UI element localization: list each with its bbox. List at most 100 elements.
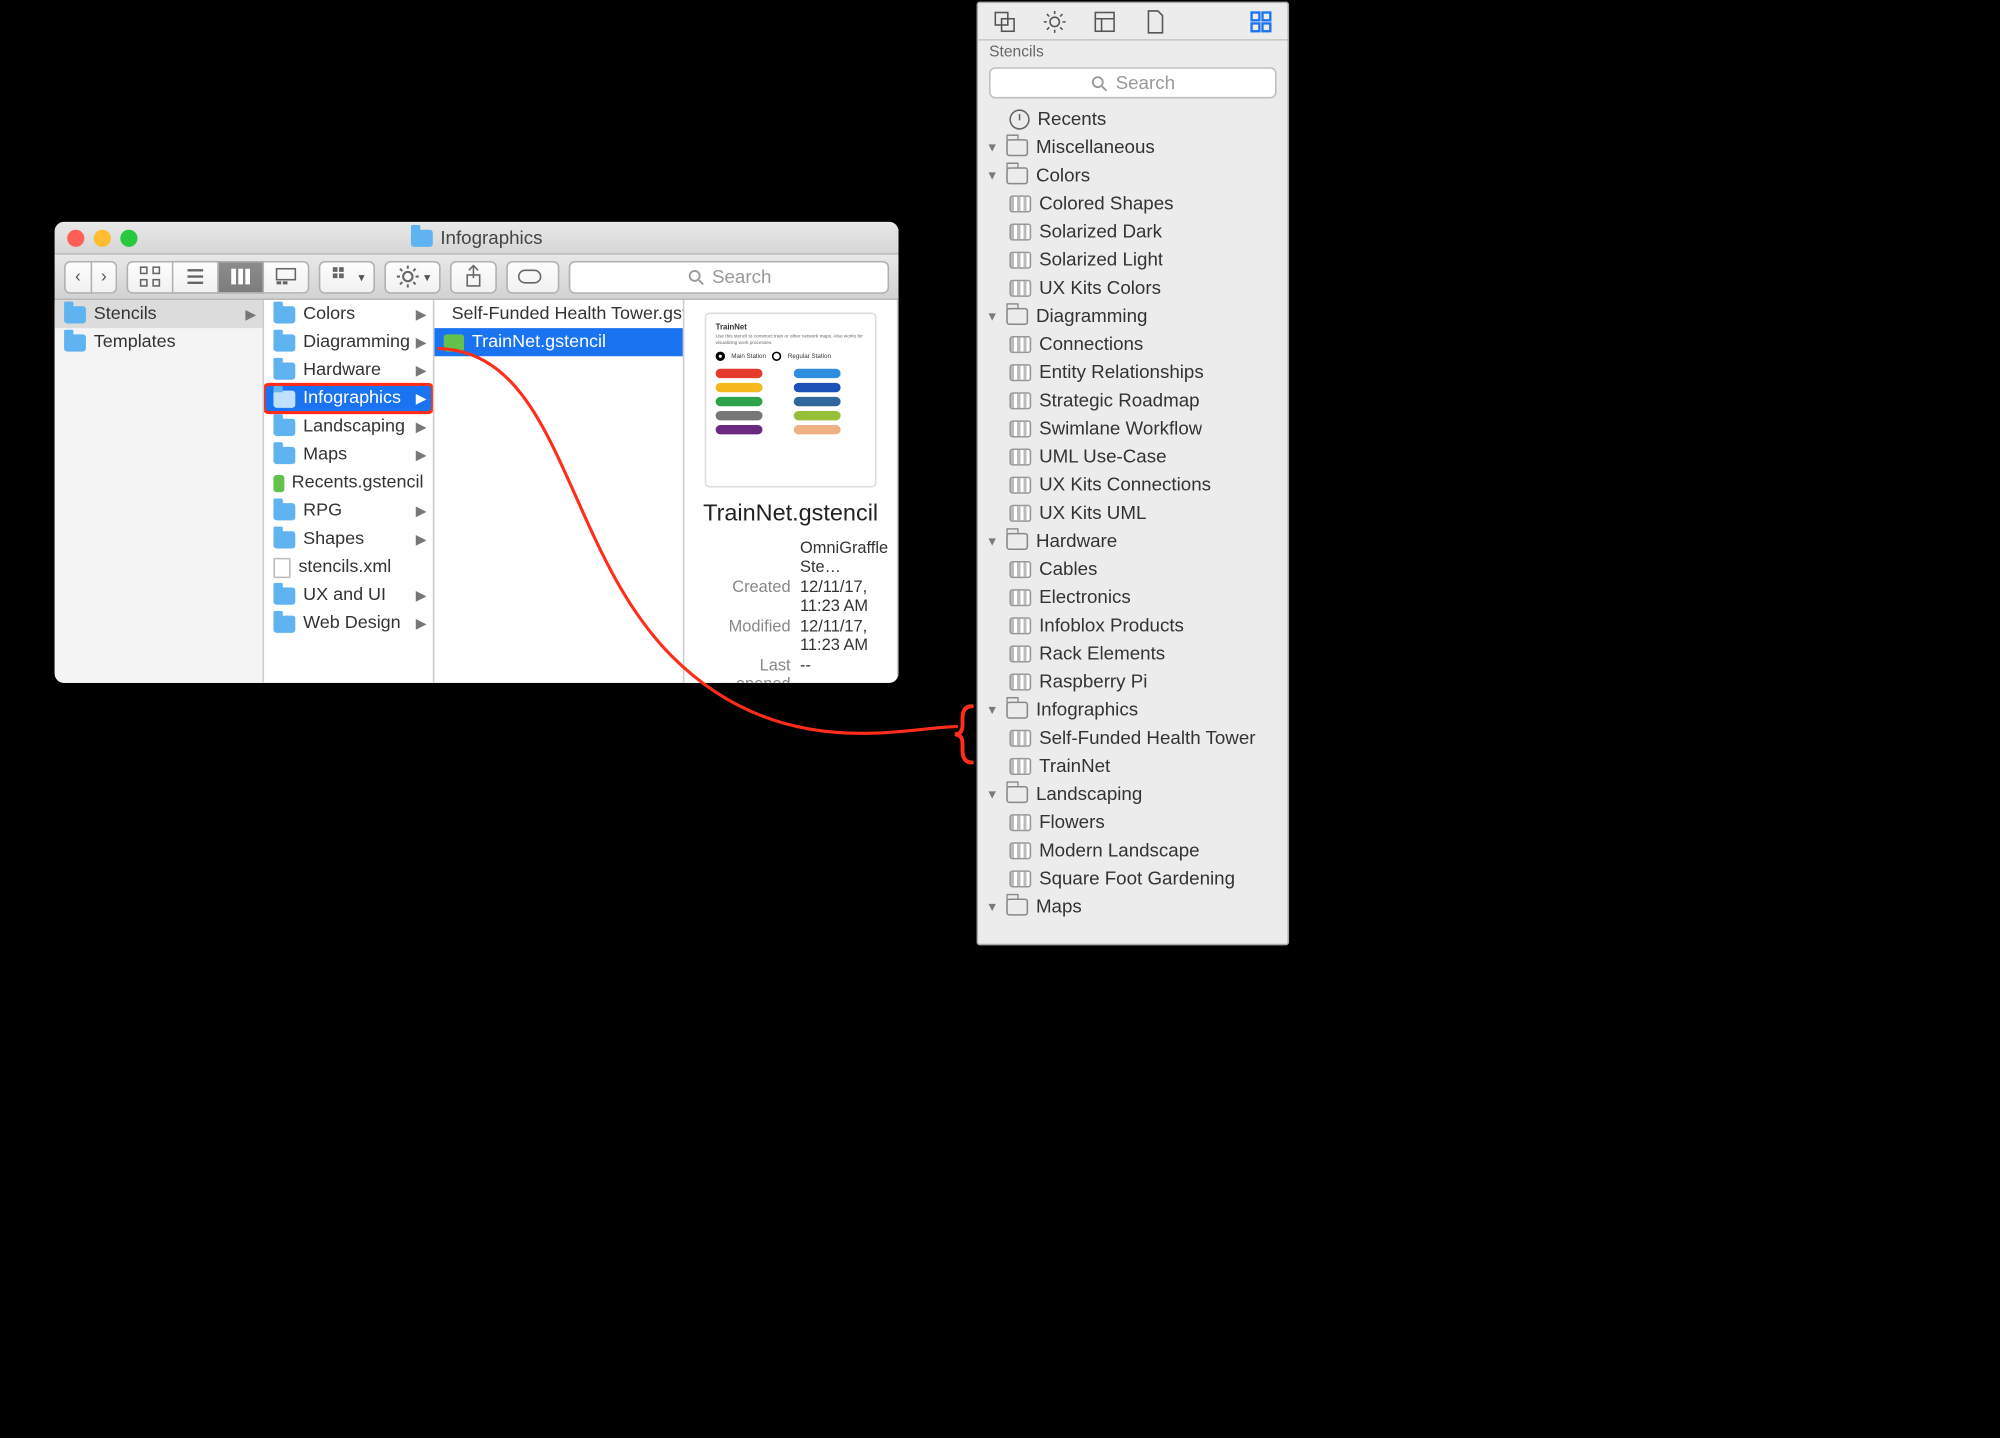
column0-row[interactable]: Templates bbox=[55, 328, 263, 356]
window-close-button[interactable] bbox=[67, 229, 84, 246]
column2-row[interactable]: TrainNet.gstencil bbox=[434, 328, 682, 356]
stencil-row[interactable]: Entity Relationships bbox=[978, 358, 1287, 386]
folder-icon bbox=[273, 362, 295, 379]
stencil-row[interactable]: UX Kits Connections bbox=[978, 470, 1287, 498]
stencil-row[interactable]: Infoblox Products bbox=[978, 611, 1287, 639]
stencil-row[interactable]: Self-Funded Health Tower bbox=[978, 723, 1287, 751]
category-row[interactable]: ▼ Hardware bbox=[978, 527, 1287, 555]
column1-row[interactable]: Shapes ▶ bbox=[264, 525, 433, 553]
column1-row[interactable]: Hardware ▶ bbox=[264, 356, 433, 384]
tab-settings[interactable] bbox=[1041, 7, 1069, 35]
file-icon bbox=[273, 557, 290, 577]
stencil-row[interactable]: Colored Shapes bbox=[978, 189, 1287, 217]
share-button[interactable] bbox=[451, 260, 498, 293]
preview-metadata: OmniGraffle Ste… Created12/11/17, 11:23 … bbox=[703, 539, 878, 683]
stencil-row[interactable]: UX Kits UML bbox=[978, 498, 1287, 526]
tag-icon bbox=[518, 264, 549, 289]
panel-tabs bbox=[978, 3, 1287, 41]
stencil-icon bbox=[1009, 476, 1031, 493]
stencil-row[interactable]: UML Use-Case bbox=[978, 442, 1287, 470]
stencil-row[interactable]: Flowers bbox=[978, 808, 1287, 836]
category-row[interactable]: ▼ Diagramming bbox=[978, 302, 1287, 330]
recents-label: Recents bbox=[1038, 108, 1107, 130]
category-row[interactable]: ▼ Landscaping bbox=[978, 780, 1287, 808]
folder-outline-icon bbox=[1006, 785, 1028, 802]
stencil-row[interactable]: Cables bbox=[978, 555, 1287, 583]
stencil-row[interactable]: Connections bbox=[978, 330, 1287, 358]
search-icon bbox=[1091, 74, 1108, 91]
folder-icon bbox=[273, 502, 295, 519]
view-columns-button[interactable] bbox=[219, 260, 264, 293]
back-button[interactable]: ‹ bbox=[64, 260, 92, 293]
view-icons-button[interactable] bbox=[127, 260, 174, 293]
stencil-icon bbox=[1009, 251, 1031, 268]
column1-row[interactable]: Diagramming ▶ bbox=[264, 328, 433, 356]
arrange-button[interactable]: ▾ bbox=[319, 260, 375, 293]
stencil-row[interactable]: Solarized Dark bbox=[978, 217, 1287, 245]
columns-icon bbox=[229, 264, 254, 289]
column1-row[interactable]: RPG ▶ bbox=[264, 497, 433, 525]
preview-title: TrainNet.gstencil bbox=[697, 500, 885, 527]
stencils-panel: Stencils Search Recents ▼ Miscellaneous … bbox=[977, 2, 1290, 946]
folder-icon bbox=[64, 334, 86, 351]
column1-row[interactable]: stencils.xml bbox=[264, 553, 433, 581]
view-gallery-button[interactable] bbox=[265, 260, 310, 293]
stencil-row[interactable]: Square Foot Gardening bbox=[978, 864, 1287, 892]
column1-row[interactable]: Colors ▶ bbox=[264, 300, 433, 328]
tab-stencils[interactable] bbox=[1247, 7, 1275, 35]
category-row[interactable]: ▼ Infographics bbox=[978, 695, 1287, 723]
stencil-icon bbox=[1009, 420, 1031, 437]
stencil-row[interactable]: Electronics bbox=[978, 583, 1287, 611]
stencil-icon bbox=[1009, 841, 1031, 858]
stencil-row[interactable]: Modern Landscape bbox=[978, 836, 1287, 864]
stencil-row[interactable]: Rack Elements bbox=[978, 639, 1287, 667]
stencil-icon bbox=[1009, 391, 1031, 408]
column1-row[interactable]: Web Design ▶ bbox=[264, 609, 433, 637]
stencil-icon bbox=[1009, 279, 1031, 296]
action-button[interactable]: ▾ bbox=[385, 260, 441, 293]
column1-row[interactable]: Infographics ▶ bbox=[264, 384, 433, 412]
finder-column-0: Stencils ▶ Templates bbox=[55, 300, 264, 683]
preview-thumbnail: TrainNet Use this stencil to construct t… bbox=[705, 313, 877, 488]
tags-button[interactable] bbox=[507, 260, 560, 293]
forward-button[interactable]: › bbox=[92, 260, 118, 293]
stencil-row[interactable]: Strategic Roadmap bbox=[978, 386, 1287, 414]
category-row[interactable]: ▼ Colors bbox=[978, 161, 1287, 189]
category-row[interactable]: ▼ Miscellaneous bbox=[978, 133, 1287, 161]
finder-search[interactable]: Search bbox=[569, 260, 889, 293]
gear-icon bbox=[1042, 9, 1067, 34]
stencil-row[interactable]: Swimlane Workflow bbox=[978, 414, 1287, 442]
stencil-row[interactable]: Solarized Light bbox=[978, 245, 1287, 273]
column1-row[interactable]: UX and UI ▶ bbox=[264, 581, 433, 609]
stencil-row[interactable]: TrainNet bbox=[978, 752, 1287, 780]
finder-title: Infographics bbox=[55, 227, 899, 249]
stencils-tree: Recents ▼ Miscellaneous ▼ Colors Colored… bbox=[978, 105, 1287, 944]
finder-toolbar: ‹ › ▾ ▾ bbox=[55, 255, 899, 300]
panel-search[interactable]: Search bbox=[989, 67, 1277, 98]
finder-titlebar[interactable]: Infographics bbox=[55, 222, 899, 255]
document-icon bbox=[1142, 9, 1167, 34]
tab-layout[interactable] bbox=[1091, 7, 1119, 35]
stencils-icon bbox=[1248, 9, 1273, 34]
disclosure-icon: ▼ bbox=[986, 787, 999, 801]
tab-document[interactable] bbox=[1141, 7, 1169, 35]
stencil-row[interactable]: UX Kits Colors bbox=[978, 273, 1287, 301]
recents-row[interactable]: Recents bbox=[978, 105, 1287, 133]
column1-row[interactable]: Recents.gstencil bbox=[264, 469, 433, 497]
stencil-icon bbox=[1009, 335, 1031, 352]
column1-row[interactable]: Landscaping ▶ bbox=[264, 413, 433, 441]
tab-canvas[interactable] bbox=[991, 7, 1019, 35]
stencil-icon bbox=[1009, 588, 1031, 605]
window-zoom-button[interactable] bbox=[120, 229, 137, 246]
column0-row[interactable]: Stencils ▶ bbox=[55, 300, 263, 328]
view-list-button[interactable] bbox=[174, 260, 219, 293]
window-minimize-button[interactable] bbox=[94, 229, 111, 246]
stencil-icon bbox=[273, 474, 283, 491]
finder-column-1: Colors ▶ Diagramming ▶ Hardware ▶ Infogr… bbox=[264, 300, 434, 683]
category-row[interactable]: ▼ Maps bbox=[978, 892, 1287, 920]
column1-row[interactable]: Maps ▶ bbox=[264, 441, 433, 469]
stencil-row[interactable]: Raspberry Pi bbox=[978, 667, 1287, 695]
finder-title-text: Infographics bbox=[440, 227, 542, 249]
folder-icon bbox=[273, 390, 295, 407]
column2-row[interactable]: Self-Funded Health Tower.gstencil bbox=[434, 300, 682, 328]
